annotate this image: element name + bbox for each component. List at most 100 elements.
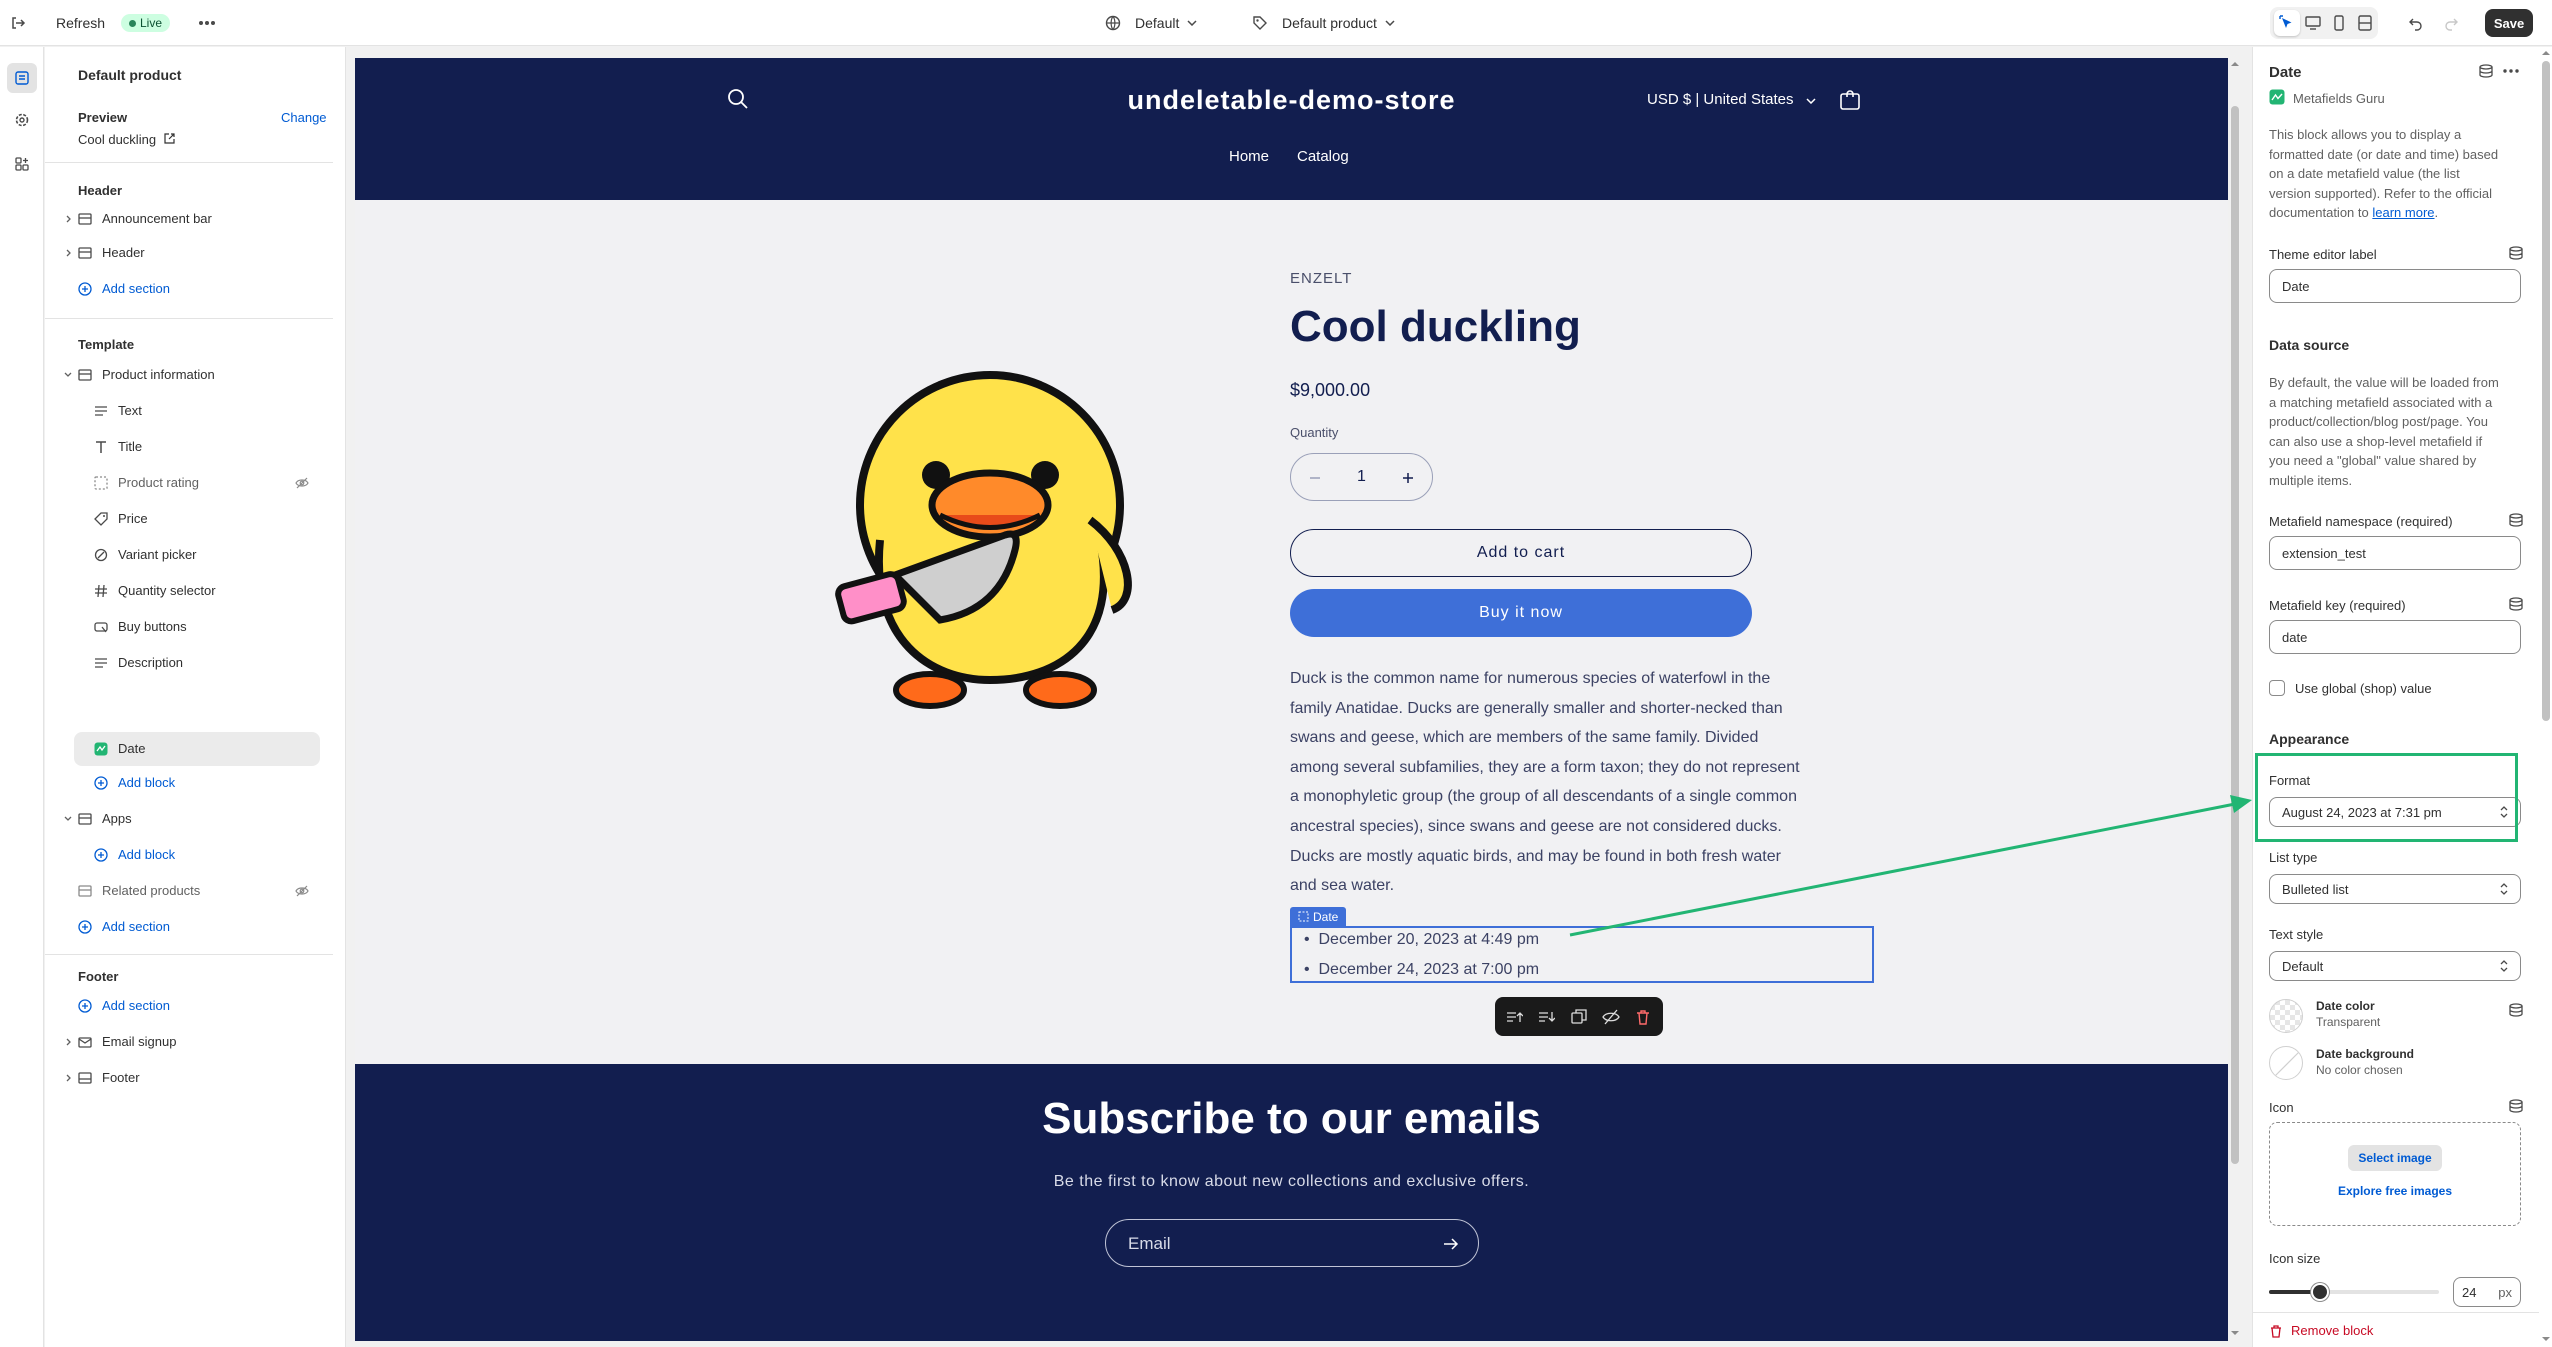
block-title[interactable]: Title xyxy=(45,430,333,464)
desktop-icon[interactable] xyxy=(2300,10,2326,36)
add-block-product-info[interactable]: Add block xyxy=(45,766,333,800)
preview-scrollbar[interactable] xyxy=(2228,58,2242,1341)
block-quantity-selector[interactable]: Quantity selector xyxy=(45,574,333,608)
duck-product-image[interactable] xyxy=(790,320,1180,715)
settings-gear-icon[interactable] xyxy=(7,105,37,135)
add-section-footer[interactable]: Add section xyxy=(45,989,333,1023)
delete-icon[interactable] xyxy=(1634,1008,1652,1026)
theme-label-input[interactable]: Date xyxy=(2269,269,2521,303)
email-field[interactable]: Email xyxy=(1105,1219,1479,1267)
hash-icon xyxy=(95,584,107,598)
icon-size-slider[interactable] xyxy=(2269,1283,2439,1301)
block-label: Variant picker xyxy=(118,547,197,562)
newsletter-subtitle: Be the first to know about new collectio… xyxy=(1053,1173,1530,1190)
dashed-box-icon xyxy=(1298,911,1309,922)
section-apps[interactable]: Apps xyxy=(45,802,333,836)
add-section-template[interactable]: Add section xyxy=(45,910,333,944)
fullscreen-icon[interactable] xyxy=(2352,10,2378,36)
database-icon[interactable] xyxy=(2509,246,2523,260)
ds-line: By default, the value will be loaded fro… xyxy=(2269,375,2499,390)
exit-icon[interactable] xyxy=(10,0,26,46)
section-related-products[interactable]: Related products xyxy=(45,874,333,908)
more-icon[interactable] xyxy=(198,0,216,46)
date-background-swatch[interactable] xyxy=(2269,1046,2303,1080)
explore-images-link[interactable]: Explore free images xyxy=(2270,1184,2520,1198)
section-announcement-bar[interactable]: Announcement bar xyxy=(45,202,333,236)
redo-icon[interactable] xyxy=(2443,0,2459,46)
product-vendor: ENZELT xyxy=(1290,270,1353,287)
change-link[interactable]: Change xyxy=(281,110,327,125)
duplicate-icon[interactable] xyxy=(1570,1008,1588,1026)
store-preview: undeletable-demo-store USD $ | United St… xyxy=(355,58,2228,1341)
key-input[interactable]: date xyxy=(2269,620,2521,654)
newsletter-section: Subscribe to our emails Be the first to … xyxy=(355,1064,2228,1341)
template-group-title: Template xyxy=(78,337,135,352)
database-icon[interactable] xyxy=(2509,513,2523,527)
block-text[interactable]: Text xyxy=(45,394,333,428)
section-email-signup[interactable]: Email signup xyxy=(45,1025,333,1059)
section-header[interactable]: Header xyxy=(45,236,333,270)
eye-hidden-icon[interactable] xyxy=(295,476,309,490)
block-date[interactable]: Date xyxy=(74,732,320,766)
learn-more-link[interactable]: learn more xyxy=(2372,205,2434,220)
cart-icon[interactable] xyxy=(1839,89,1861,111)
nav-catalog[interactable]: Catalog xyxy=(1297,148,1349,165)
footer-group-title: Footer xyxy=(78,969,119,984)
settings-scrollbar[interactable] xyxy=(2539,47,2552,1347)
namespace-input[interactable]: extension_test xyxy=(2269,536,2521,570)
save-button[interactable]: Save xyxy=(2485,9,2533,37)
sections-icon[interactable] xyxy=(7,63,37,93)
text-style-select[interactable]: Default xyxy=(2269,951,2521,981)
select-image-button[interactable]: Select image xyxy=(2348,1145,2442,1171)
block-variant-picker[interactable]: Variant picker xyxy=(45,538,333,572)
date-block[interactable]: • December 20, 2023 at 4:49 pm • Decembe… xyxy=(1290,926,1874,983)
currency-selector[interactable]: USD $ | United States xyxy=(1647,91,1816,108)
plus-circle-icon xyxy=(78,920,92,934)
list-type-select[interactable]: Bulleted list xyxy=(2269,874,2521,904)
section-label: Email signup xyxy=(102,1034,177,1049)
section-label: Apps xyxy=(102,811,132,826)
chevron-right-icon xyxy=(66,1074,71,1082)
database-icon[interactable] xyxy=(2509,1003,2523,1017)
add-to-cart-button[interactable]: Add to cart xyxy=(1290,529,1752,577)
more-icon[interactable] xyxy=(2503,69,2519,73)
global-checkbox[interactable] xyxy=(2269,680,2285,696)
section-label: Announcement bar xyxy=(102,211,212,226)
buy-now-button[interactable]: Buy it now xyxy=(1290,589,1752,637)
block-price[interactable]: Price xyxy=(45,502,333,536)
block-product-rating[interactable]: Product rating xyxy=(45,466,333,500)
date-color-swatch[interactable] xyxy=(2269,999,2303,1033)
nav-home[interactable]: Home xyxy=(1229,148,1269,165)
eye-hidden-icon[interactable] xyxy=(295,884,309,898)
slider-thumb[interactable] xyxy=(2311,1283,2329,1301)
block-buy-buttons[interactable]: Buy buttons xyxy=(45,610,333,644)
move-down-icon[interactable] xyxy=(1537,1008,1555,1026)
arrow-right-icon[interactable] xyxy=(1443,1237,1459,1251)
add-section-header[interactable]: Add section xyxy=(45,272,333,306)
section-footer[interactable]: Footer xyxy=(45,1061,333,1095)
refresh-button[interactable]: Refresh xyxy=(56,0,105,46)
apps-icon[interactable] xyxy=(7,149,37,179)
remove-block-button[interactable]: Remove block xyxy=(2269,1323,2373,1338)
inspector-icon[interactable] xyxy=(2274,10,2300,36)
icon-size-input[interactable]: 24 px xyxy=(2453,1277,2521,1307)
store-name[interactable]: undeletable-demo-store xyxy=(355,85,2228,116)
database-icon[interactable] xyxy=(2509,597,2523,611)
text-lines-icon xyxy=(95,406,107,416)
move-up-icon[interactable] xyxy=(1505,1008,1523,1026)
hide-icon[interactable] xyxy=(1602,1008,1620,1026)
mobile-icon[interactable] xyxy=(2326,10,2352,36)
preview-product-link[interactable]: Cool duckling xyxy=(78,132,175,147)
undo-icon[interactable] xyxy=(2408,0,2424,46)
text-lines-icon xyxy=(95,658,107,668)
add-block-apps[interactable]: Add block xyxy=(45,838,333,872)
plus-icon[interactable] xyxy=(1398,468,1418,488)
description-line: swans and geese, which are members of th… xyxy=(1290,729,1759,747)
database-icon[interactable] xyxy=(2509,1099,2523,1113)
database-icon[interactable] xyxy=(2479,64,2493,78)
block-description[interactable]: Description xyxy=(45,646,333,680)
template-selector[interactable]: Default product xyxy=(1252,0,1395,46)
description-line: Duck is the common name for numerous spe… xyxy=(1290,670,1771,687)
section-product-information[interactable]: Product information xyxy=(45,358,333,392)
theme-selector[interactable]: Default xyxy=(1105,0,1197,46)
